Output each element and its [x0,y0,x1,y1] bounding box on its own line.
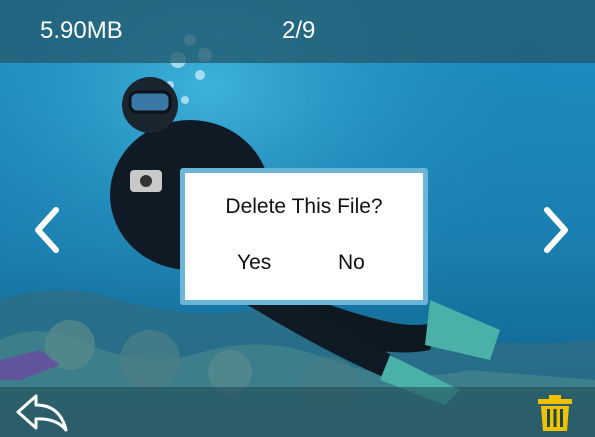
chevron-left-icon[interactable] [28,200,68,260]
delete-confirm-dialog: Delete This File? Yes No [180,168,428,305]
file-index-label: 2/9 [282,17,316,44]
playback-screen: 5.90MB 2/9 Delete This File? Yes No [0,0,595,437]
info-bar: 5.90MB 2/9 [0,0,595,63]
chevron-right-icon[interactable] [535,200,575,260]
file-size-label: 5.90MB [40,17,123,44]
bottom-bar [0,387,595,437]
yes-button[interactable]: Yes [237,251,271,275]
dialog-title: Delete This File? [225,195,383,218]
trash-icon[interactable] [535,393,575,433]
back-arrow-icon[interactable] [14,392,72,434]
no-button[interactable]: No [338,251,365,275]
